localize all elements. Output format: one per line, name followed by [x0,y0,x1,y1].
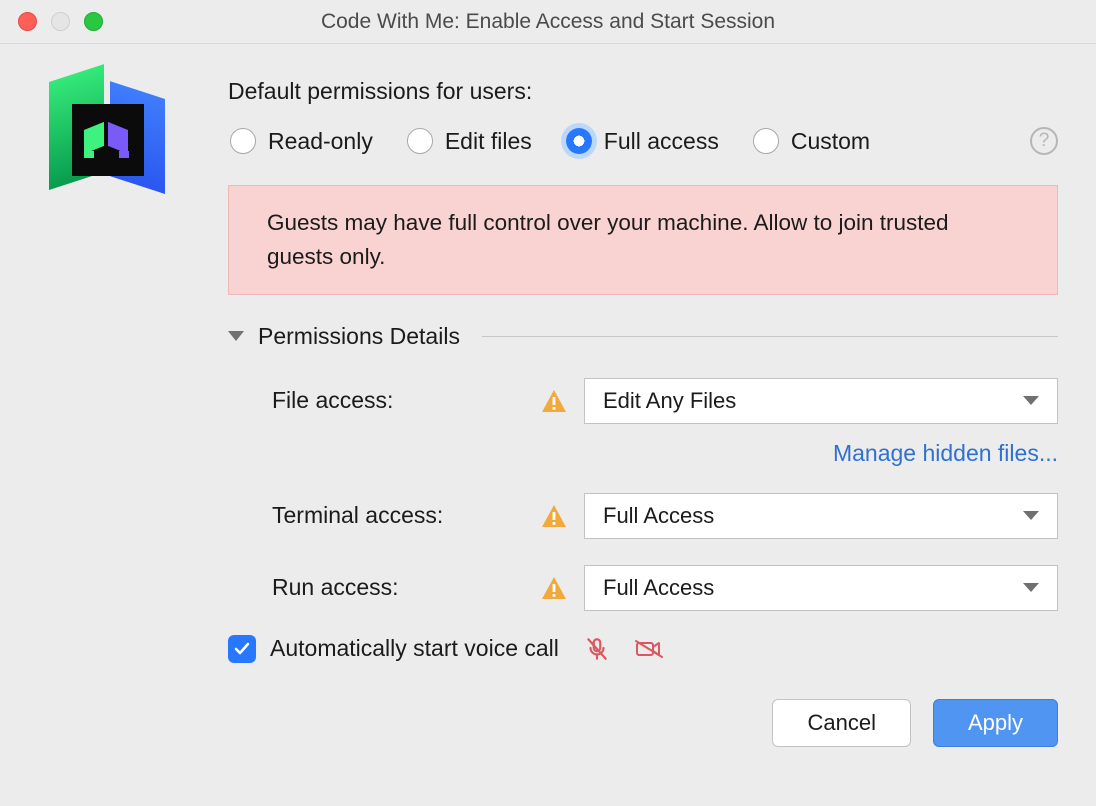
microphone-muted-icon [583,635,611,663]
file-access-label: File access: [272,387,542,414]
terminal-access-label: Terminal access: [272,502,542,529]
run-access-label: Run access: [272,574,542,601]
radio-full-access[interactable]: Full access [566,128,719,155]
terminal-access-row: Terminal access: Full Access [228,493,1058,539]
radio-icon [566,128,592,154]
window-controls [18,12,103,31]
radio-icon [230,128,256,154]
terminal-access-select[interactable]: Full Access [584,493,1058,539]
voice-call-checkbox[interactable] [228,635,256,663]
window-title: Code With Me: Enable Access and Start Se… [321,10,775,34]
apply-button[interactable]: Apply [933,699,1058,747]
run-access-select[interactable]: Full Access [584,565,1058,611]
maximize-window-button[interactable] [84,12,103,31]
warning-icon [542,390,566,412]
radio-edit-files[interactable]: Edit files [407,128,532,155]
warning-banner: Guests may have full control over your m… [228,185,1058,295]
radio-icon [407,128,433,154]
select-value: Edit Any Files [603,388,736,414]
radio-read-only[interactable]: Read-only [230,128,373,155]
section-title: Permissions Details [258,323,460,350]
voice-call-label: Automatically start voice call [270,635,559,662]
titlebar: Code With Me: Enable Access and Start Se… [0,0,1096,44]
voice-call-row: Automatically start voice call [228,635,1058,663]
disclosure-triangle-icon [228,331,244,341]
manage-hidden-files-link[interactable]: Manage hidden files... [833,440,1058,467]
radio-icon [753,128,779,154]
file-access-select[interactable]: Edit Any Files [584,378,1058,424]
dialog-buttons: Cancel Apply [228,699,1058,747]
radio-label: Read-only [268,128,373,155]
chevron-down-icon [1023,583,1039,592]
cancel-button[interactable]: Cancel [772,699,910,747]
radio-label: Full access [604,128,719,155]
divider [482,336,1058,337]
chevron-down-icon [1023,511,1039,520]
file-access-row: File access: Edit Any Files [228,378,1058,424]
close-window-button[interactable] [18,12,37,31]
select-value: Full Access [603,503,714,529]
logo-column [48,78,228,747]
radio-label: Edit files [445,128,532,155]
run-access-row: Run access: Full Access [228,565,1058,611]
permissions-details-header[interactable]: Permissions Details [228,323,1058,350]
minimize-window-button[interactable] [51,12,70,31]
checkmark-icon [233,640,251,658]
radio-label: Custom [791,128,870,155]
camera-off-icon [635,635,663,663]
select-value: Full Access [603,575,714,601]
permissions-heading: Default permissions for users: [228,78,1058,105]
help-icon[interactable]: ? [1030,127,1058,155]
radio-custom[interactable]: Custom [753,128,870,155]
chevron-down-icon [1023,396,1039,405]
code-with-me-icon [48,78,166,196]
warning-icon [542,577,566,599]
warning-icon [542,505,566,527]
permissions-radio-group: Read-only Edit files Full access Custom … [228,127,1058,155]
